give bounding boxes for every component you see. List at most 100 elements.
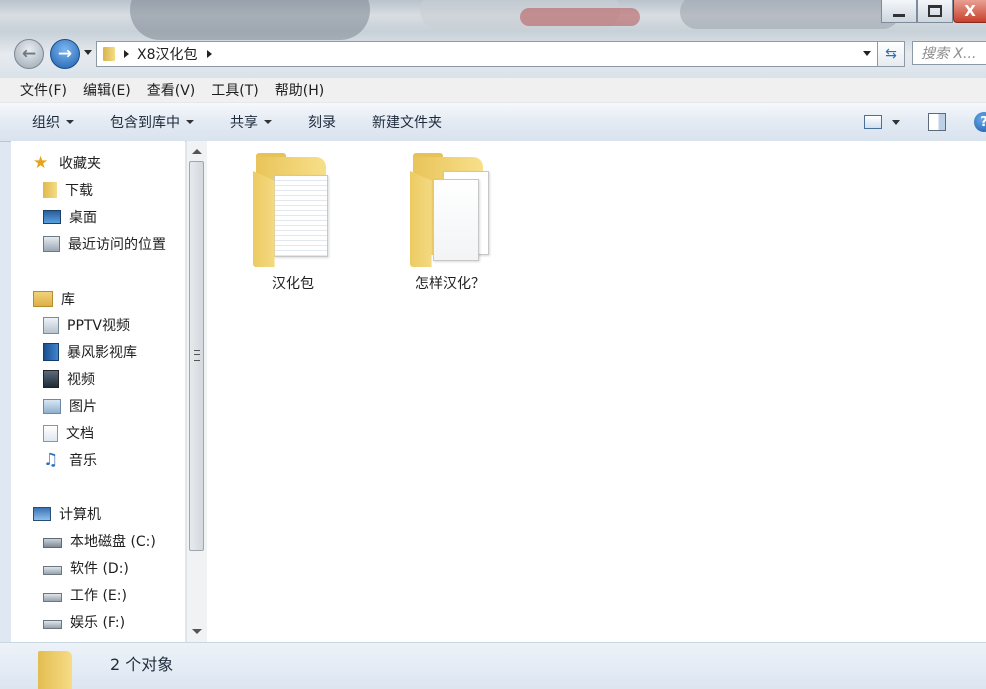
navigation-pane: ★ 收藏夹 下载 桌面 最近访问的位置 库 PPTV视频 暴风影视库 视频 图片… [11, 141, 185, 642]
address-bar[interactable]: X8汉化包 [96, 41, 878, 67]
sidebar-item-music[interactable]: ♫ 音乐 [43, 447, 97, 473]
drive-icon [43, 592, 62, 602]
burn-button[interactable]: 刻录 [308, 112, 336, 132]
sidebar-item-videos[interactable]: 视频 [43, 366, 95, 392]
forward-button[interactable]: → [50, 39, 80, 69]
search-input[interactable]: 搜索 X... [912, 41, 986, 65]
arrow-left-icon: ← [21, 44, 37, 64]
menu-bar: 文件(F) 编辑(E) 查看(V) 工具(T) 帮助(H) [0, 78, 986, 103]
new-folder-button[interactable]: 新建文件夹 [372, 112, 442, 132]
burn-label: 刻录 [308, 115, 336, 131]
sidebar-item-pictures[interactable]: 图片 [43, 393, 97, 419]
menu-view[interactable]: 查看(V) [147, 80, 196, 100]
back-button[interactable]: ← [14, 39, 44, 69]
sidebar-group-label: 收藏夹 [59, 156, 101, 172]
file-item-folder[interactable]: 怎样汉化？ [395, 151, 505, 293]
downloads-folder-icon [43, 182, 57, 198]
sidebar-item-label: 娱乐 (F:) [70, 615, 126, 631]
breadcrumb-chevron-icon[interactable] [206, 50, 212, 58]
view-controls: ? [864, 103, 986, 141]
sidebar-item-drive-e[interactable]: 工作 (E:) [43, 582, 127, 608]
drive-icon [43, 619, 62, 629]
details-pane: 2 个对象 [0, 642, 986, 689]
navigation-scrollbar[interactable] [186, 141, 207, 642]
recent-pages-dropdown[interactable] [84, 50, 92, 55]
pictures-icon [43, 398, 61, 414]
refresh-icon: ⇆ [885, 46, 897, 62]
document-sheet [274, 175, 328, 257]
folder-with-documents-icon [407, 151, 493, 267]
scroll-down-arrow-icon[interactable] [192, 629, 202, 634]
file-item-folder[interactable]: 汉化包 [238, 151, 348, 293]
sidebar-item-recent-places[interactable]: 最近访问的位置 [43, 231, 166, 257]
background-streak [680, 0, 900, 29]
arrow-right-icon: → [57, 44, 73, 64]
sidebar-group-libraries[interactable]: 库 [33, 286, 75, 312]
preview-pane-button[interactable] [928, 113, 946, 131]
close-button[interactable]: X [953, 0, 986, 23]
command-bar: 组织 包含到库中 共享 刻录 新建文件夹 ? [0, 103, 986, 142]
sidebar-item-label: 本地磁盘 (C:) [70, 534, 156, 550]
sidebar-item-label: 图片 [69, 399, 97, 415]
breadcrumb-item[interactable]: X8汉化包 [137, 44, 198, 64]
video-library-icon [43, 343, 59, 361]
sidebar-item-drive-c[interactable]: 本地磁盘 (C:) [43, 528, 156, 554]
document-sheet [433, 179, 479, 261]
address-history-dropdown[interactable] [863, 51, 871, 56]
sidebar-item-label: 暴风影视库 [67, 345, 137, 361]
menu-tools[interactable]: 工具(T) [211, 80, 258, 100]
sidebar-item-drive-d[interactable]: 软件 (D:) [43, 555, 129, 581]
file-name-label: 怎样汉化？ [415, 276, 485, 292]
file-view[interactable]: 汉化包 怎样汉化？ [207, 141, 986, 642]
menu-help[interactable]: 帮助(H) [275, 80, 324, 100]
system-drive-icon [43, 538, 62, 548]
sidebar-group-label: 库 [61, 292, 75, 308]
folder-icon [38, 651, 72, 689]
breadcrumb-chevron-icon[interactable] [124, 50, 129, 58]
help-button[interactable]: ? [974, 112, 986, 132]
sidebar-item-downloads[interactable]: 下载 [43, 177, 93, 203]
sidebar-item-label: 文档 [66, 426, 94, 442]
background-streak [520, 8, 640, 26]
sidebar-group-computer[interactable]: 计算机 [33, 501, 101, 527]
caption-buttons: X [881, 0, 986, 24]
minimize-button[interactable] [881, 0, 917, 23]
sidebar-group-label: 计算机 [59, 507, 101, 523]
sidebar-group-favorites[interactable]: ★ 收藏夹 [33, 150, 101, 176]
window-title-area: X ← → X8汉化包 ⇆ 搜索 X... [0, 0, 986, 78]
maximize-button[interactable] [917, 0, 953, 23]
grip-icon [194, 350, 200, 361]
desktop-icon [43, 210, 61, 224]
view-dropdown-button[interactable] [892, 119, 900, 125]
organize-button[interactable]: 组织 [32, 112, 74, 132]
folder-icon [103, 47, 115, 61]
computer-icon [33, 507, 51, 521]
new-folder-label: 新建文件夹 [372, 115, 442, 131]
share-label: 共享 [230, 115, 258, 131]
scrollbar-thumb[interactable] [189, 161, 204, 551]
music-note-icon: ♫ [43, 450, 59, 470]
refresh-button[interactable]: ⇆ [878, 41, 905, 67]
sidebar-item-label: 工作 (E:) [70, 588, 127, 604]
folder-with-documents-icon [250, 151, 336, 267]
organize-label: 组织 [32, 115, 60, 131]
menu-edit[interactable]: 编辑(E) [83, 80, 131, 100]
item-count: 2 个对象 [110, 655, 174, 674]
chevron-down-icon [186, 120, 194, 124]
sidebar-item-pptv[interactable]: PPTV视频 [43, 312, 130, 338]
file-name-label: 汉化包 [272, 276, 314, 292]
include-in-library-button[interactable]: 包含到库中 [110, 112, 194, 132]
view-options-icon[interactable] [864, 115, 882, 129]
scroll-up-arrow-icon[interactable] [192, 149, 202, 154]
chevron-down-icon [66, 120, 74, 124]
sidebar-item-baofeng[interactable]: 暴风影视库 [43, 339, 137, 365]
question-mark-icon: ? [980, 115, 986, 130]
share-button[interactable]: 共享 [230, 112, 272, 132]
sidebar-item-desktop[interactable]: 桌面 [43, 204, 97, 230]
star-icon: ★ [33, 153, 49, 173]
recent-places-icon [43, 236, 60, 252]
documents-icon [43, 424, 58, 442]
sidebar-item-documents[interactable]: 文档 [43, 420, 94, 446]
sidebar-item-drive-f[interactable]: 娱乐 (F:) [43, 609, 125, 635]
menu-file[interactable]: 文件(F) [20, 80, 67, 100]
